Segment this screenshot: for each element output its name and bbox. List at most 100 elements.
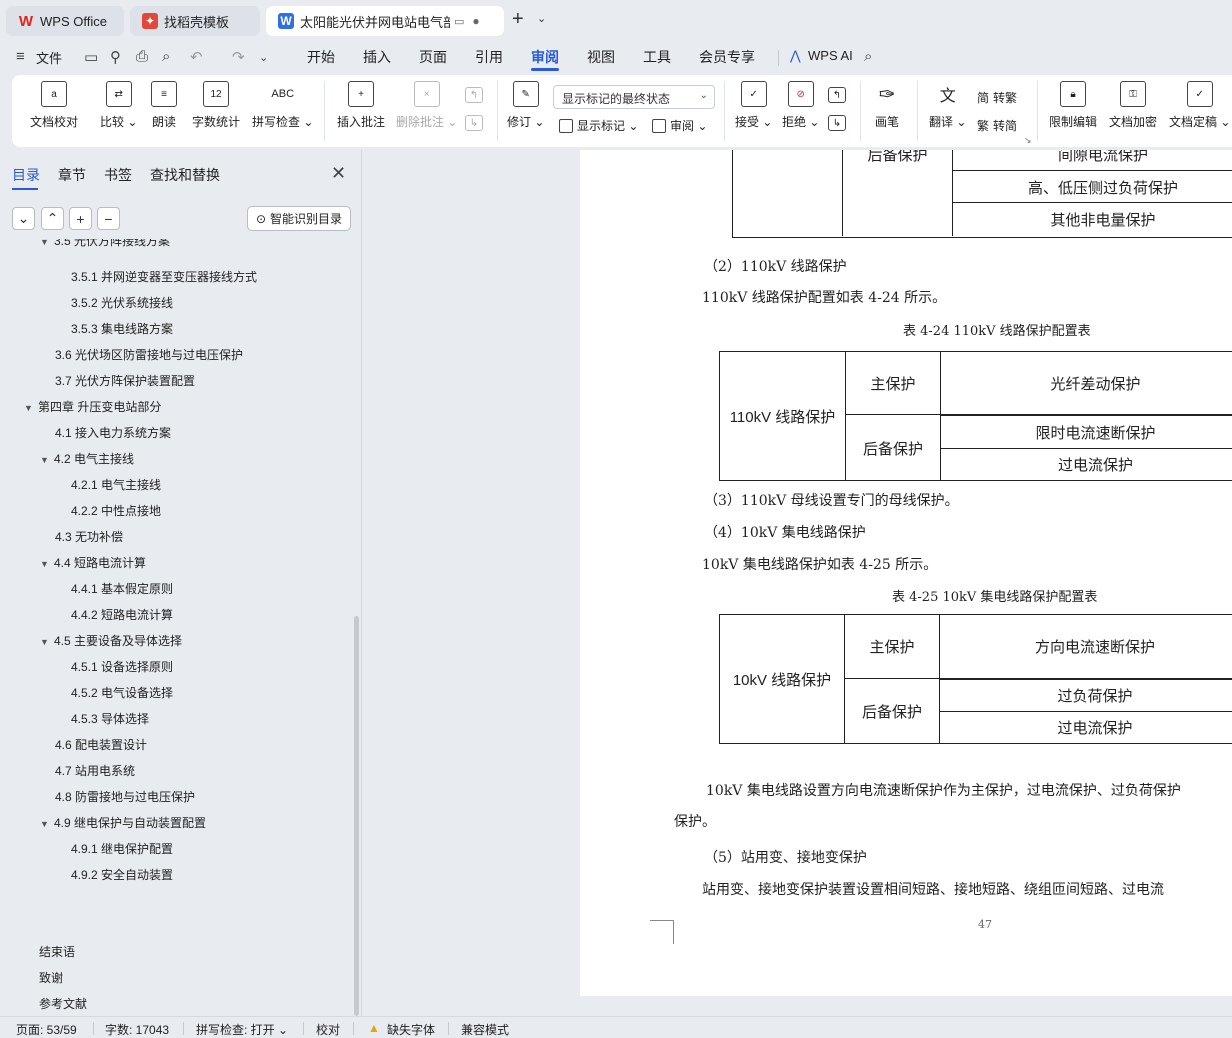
document-page[interactable]: 后备保护 间隙电流保护 高、低压侧过负荷保护 其他非电量保护 （2）110kV … [580,150,1232,996]
menu-wps-ai[interactable]: WPS AI [808,48,853,63]
menu-member[interactable]: 会员专享 [699,47,755,67]
toc-item[interactable]: ▼ 4.5 主要设备及导体选择 [40,632,182,649]
prev-comment-button[interactable]: ↰ [465,87,483,109]
tab-current-document[interactable]: W 太阳能光伏并网电站电气部分 ▭ ● [266,6,504,36]
review-pane-button[interactable]: 审阅 ⌄ [652,117,707,134]
toc-item[interactable]: ▼ 第四章 升压变电站部分 [24,398,161,415]
prev-revision-button[interactable]: ↰ [828,87,846,109]
close-icon[interactable]: ✕ [331,163,346,184]
next-comment-button[interactable]: ↳ [465,115,483,137]
revise-button[interactable]: ✎ 修订 ⌄ [507,81,544,130]
translate-button[interactable]: 文 翻译 ⌄ [929,81,966,130]
markup-state-select[interactable]: 显示标记的最终状态 ⌄ [553,85,715,109]
toc-item[interactable]: 参考文献 [39,995,87,1012]
menu-page[interactable]: 页面 [419,47,447,67]
pen-button[interactable]: ✑ 画笔 [874,81,900,130]
toc-item[interactable]: 4.1 接入电力系统方案 [55,424,171,441]
menu-insert[interactable]: 插入 [363,47,391,67]
delete-comment-button[interactable]: × 删除批注 ⌄ [396,81,457,130]
expand-triangle-icon[interactable]: ▼ [40,455,54,465]
doc-check-button[interactable]: a 文档校对 [30,81,78,130]
toc-item[interactable]: 4.7 站用电系统 [55,762,135,779]
proofread-status[interactable]: 校对 [316,1021,340,1038]
panel-tab-sections[interactable]: 章节 [58,165,86,185]
word-count-indicator[interactable]: 字数: 17043 [105,1021,169,1038]
toc-item[interactable]: 4.3 无功补偿 [55,528,123,545]
reject-button[interactable]: ⊘ 拒绝 ⌄ [782,81,819,130]
toc-item[interactable]: ▼ 4.4 短路电流计算 [40,554,146,571]
save-icon[interactable]: ▭ [84,48,98,66]
insert-comment-button[interactable]: + 插入批注 [337,81,385,130]
hamburger-icon[interactable]: ≡ [16,48,25,65]
toc-item[interactable]: 4.2.2 中性点接地 [71,502,161,519]
expand-triangle-icon[interactable]: ▼ [24,403,38,413]
search-icon[interactable]: ⌕ [864,48,872,65]
expand-triangle-icon[interactable]: ▼ [40,239,54,247]
toc-item[interactable]: 结束语 [39,943,75,960]
toc-item[interactable]: 3.5.2 光伏系统接线 [71,294,173,311]
tab-list-chevron-down-icon[interactable]: ⌄ [537,12,546,25]
menu-tools[interactable]: 工具 [643,47,671,67]
chevron-up-icon[interactable]: ⌃ [41,207,64,230]
tab-wps-office[interactable]: W WPS Office [6,6,124,36]
menu-file[interactable]: 文件 [36,48,62,67]
collapse-chevron-down-icon[interactable]: ⌄ [12,207,35,230]
undo-icon[interactable]: ↶ [190,48,203,66]
tab-close-dot-icon[interactable]: ● [472,14,479,28]
toc-item[interactable]: 4.2.1 电气主接线 [71,476,161,493]
to-simplified-button[interactable]: 繁 转简 [977,117,1017,134]
toc-item[interactable]: 4.5.2 电气设备选择 [71,684,173,701]
toc-item[interactable]: 3.5.3 集电线路方案 [71,320,173,337]
menu-references[interactable]: 引用 [475,47,503,67]
print-icon[interactable]: ⎙ [136,48,148,65]
add-heading-plus-icon[interactable]: + [69,207,92,230]
spell-check-status[interactable]: 拼写检查: 打开 ⌄ [196,1021,288,1038]
remove-heading-minus-icon[interactable]: − [97,207,120,230]
compare-button[interactable]: ⇄ 比较 ⌄ [100,81,137,130]
read-aloud-button[interactable]: ≡ 朗读 [151,81,177,130]
toc-item[interactable]: 4.5.1 设备选择原则 [71,658,173,675]
toc-item[interactable]: 3.6 光伏场区防雷接地与过电压保护 [55,346,243,363]
toc-item[interactable]: 3.5.1 并网逆变器至变压器接线方式 [71,268,257,285]
expand-corner-icon[interactable]: ↘ [1024,135,1032,146]
toc-item[interactable]: 4.5.3 导体选择 [71,710,149,727]
toc-item[interactable]: ▼ 4.2 电气主接线 [40,450,134,467]
finalize-button[interactable]: ✓ 文档定稿 ⌄ [1169,81,1230,130]
missing-font-status[interactable]: 缺失字体 [387,1021,435,1038]
expand-triangle-icon[interactable]: ▼ [40,559,54,569]
expand-triangle-icon[interactable]: ▼ [40,819,54,829]
new-tab-plus-icon[interactable]: + [512,8,524,31]
toc-item[interactable]: 3.7 光伏方阵保护装置配置 [55,372,195,389]
panel-tab-find-replace[interactable]: 查找和替换 [150,165,220,185]
toc-item[interactable]: 4.4.2 短路电流计算 [71,606,173,623]
panel-tab-toc[interactable]: 目录 [12,165,40,185]
quick-access-chevron-down-icon[interactable]: ⌄ [259,51,268,64]
redo-icon[interactable]: ↷ [232,48,245,66]
menu-view[interactable]: 视图 [587,47,615,67]
toc-item[interactable]: ▼ 4.9 继电保护与自动装置配置 [40,814,206,831]
toc-item[interactable]: 4.4.1 基本假定原则 [71,580,173,597]
toc-item[interactable]: 致谢 [39,969,63,986]
tab-docer-templates[interactable]: ✦ 找稻壳模板 [130,6,260,36]
encrypt-button[interactable]: ⚿ 文档加密 [1109,81,1157,130]
toc-item[interactable]: 4.9.1 继电保护配置 [71,840,173,857]
to-traditional-button[interactable]: 简 转繁 [977,89,1017,106]
share-link-icon[interactable]: ⚲ [110,48,121,66]
accept-button[interactable]: ✓ 接受 ⌄ [735,81,772,130]
toc-item[interactable]: ▼ 3.5 光伏方阵接线方案 [40,239,170,248]
toc-item[interactable]: 4.6 配电装置设计 [55,736,147,753]
menu-start[interactable]: 开始 [307,47,335,67]
show-markup-button[interactable]: 显示标记 ⌄ [559,117,638,134]
smart-toc-button[interactable]: ⊙ 智能识别目录 [247,206,351,231]
panel-scrollbar[interactable] [354,616,359,1016]
expand-triangle-icon[interactable]: ▼ [40,637,54,647]
toc-item[interactable]: 4.9.2 安全自动装置 [71,866,173,883]
word-count-button[interactable]: 12 字数统计 [192,81,240,130]
spell-check-button[interactable]: ABC 拼写检查 ⌄ [252,81,313,130]
page-indicator[interactable]: 页面: 53/59 [16,1021,77,1038]
toc-item[interactable]: 4.8 防雷接地与过电压保护 [55,788,195,805]
next-revision-button[interactable]: ↳ [828,115,846,137]
restrict-edit-button[interactable]: 🔒︎ 限制编辑 [1049,81,1097,130]
panel-tab-bookmarks[interactable]: 书签 [104,165,132,185]
print-preview-icon[interactable]: ⌕ [162,48,170,65]
